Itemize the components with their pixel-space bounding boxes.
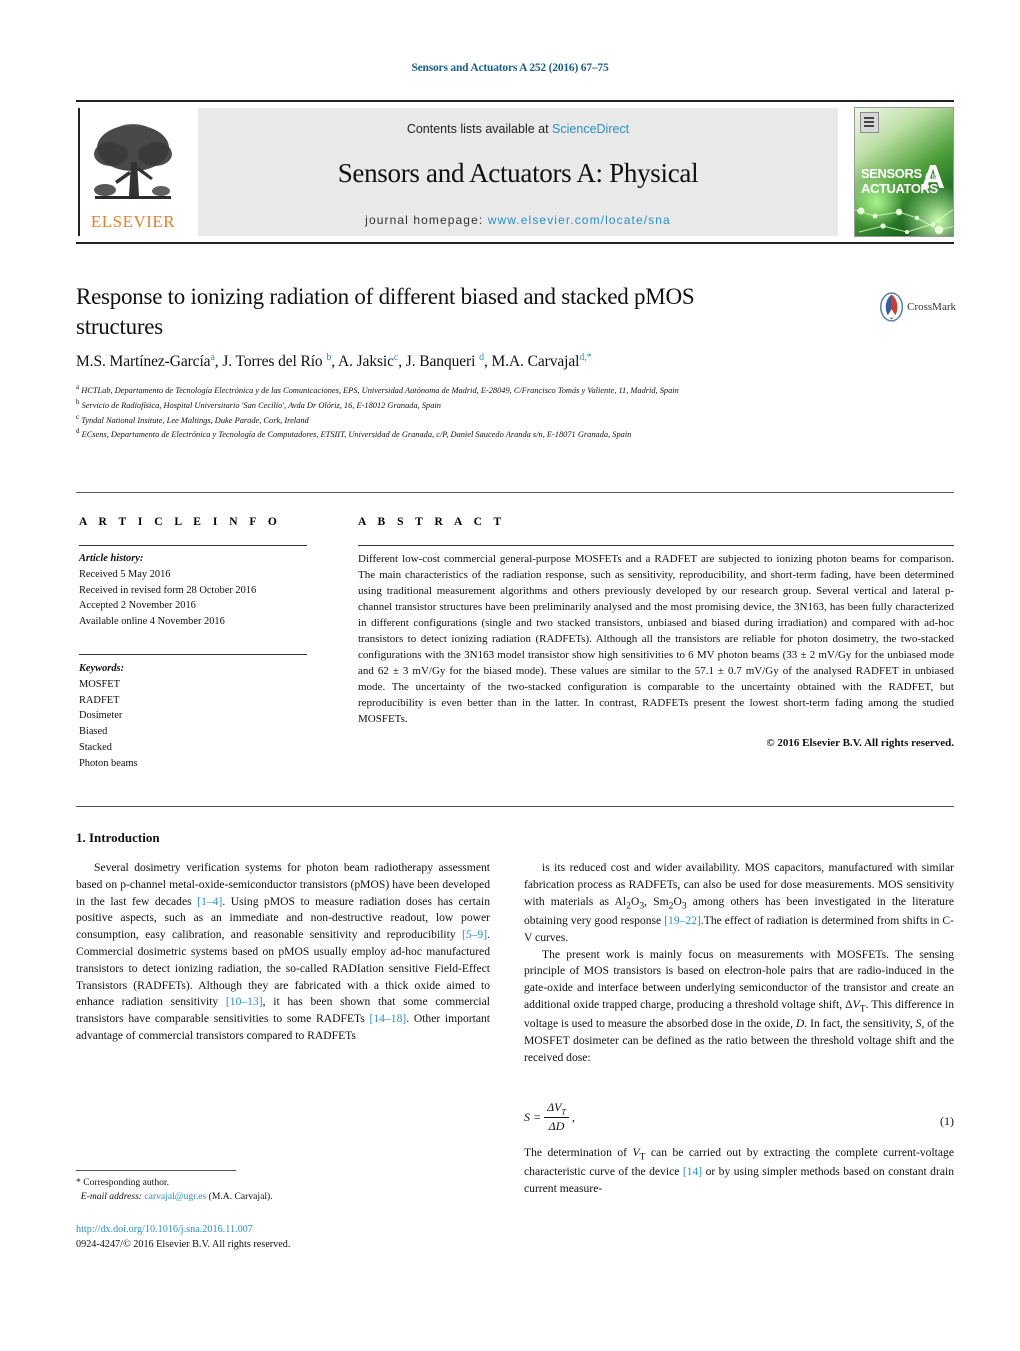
running-head: Sensors and Actuators A 252 (2016) 67–75: [411, 62, 609, 74]
email-suffix: (M.A. Carvajal).: [208, 1191, 273, 1203]
author-list: M.S. Martínez-Garcíaa, J. Torres del Río…: [76, 352, 592, 371]
issn-copyright-line: 0924-4247/© 2016 Elsevier B.V. All right…: [76, 1239, 291, 1251]
article-history-label: Article history:: [79, 553, 144, 564]
footnote-block: * Corresponding author. E-mail address: …: [76, 1176, 490, 1205]
paragraph: is its reduced cost and wider availabili…: [524, 861, 954, 944]
paragraph: The determination of VT can be carried o…: [524, 1146, 954, 1196]
affiliation-item: b Servicio de Radiofísica, Hospital Univ…: [76, 397, 938, 412]
contents-prefix: Contents lists available at: [406, 122, 553, 136]
info-rule-upper: [79, 545, 307, 546]
crossmark-badge[interactable]: CrossMark: [880, 286, 956, 328]
affiliation-mark: a: [76, 383, 80, 391]
corresponding-author-note: * Corresponding author.: [76, 1177, 169, 1188]
affiliation-text: Servicio de Radiofísica, Hospital Univer…: [81, 400, 441, 410]
keyword-item: Dosimeter: [79, 710, 123, 722]
crossmark-icon: [880, 292, 904, 322]
abstract-rule: [358, 545, 954, 546]
info-band-top-rule: [76, 492, 954, 493]
keyword-item: Biased: [79, 726, 108, 738]
abstract-body: Different low-cost commercial general-pu…: [358, 551, 954, 751]
affiliation-item: d ECsens, Departamento de Electrónica y …: [76, 426, 938, 441]
affiliation-mark: d: [76, 427, 80, 436]
affiliation-text: HCTLab, Departamento de Tecnología Elect…: [81, 385, 679, 395]
elsevier-tree-icon: [87, 118, 179, 210]
affiliation-text: Tyndal National Insitute, Lee Maltings, …: [81, 415, 309, 425]
affiliation-mark: b: [76, 397, 80, 406]
affiliation-item: a HCTLab, Departamento de Tecnología Ele…: [76, 382, 938, 397]
affiliation-mark: c: [76, 412, 80, 421]
equation-numerator-sub: T: [561, 1107, 566, 1117]
sciencedirect-link[interactable]: ScienceDirect: [552, 122, 629, 136]
abstract-text: Different low-cost commercial general-pu…: [358, 553, 954, 726]
footnote-rule: [76, 1170, 236, 1171]
cover-letter: A: [921, 158, 945, 195]
journal-band: Contents lists available at ScienceDirec…: [198, 108, 838, 236]
section-heading-introduction: 1. Introduction: [76, 830, 160, 845]
cover-line1-text: SENSORS: [861, 166, 922, 181]
elsevier-wordmark: ELSEVIER: [90, 212, 176, 231]
keyword-item: MOSFET: [79, 678, 120, 690]
contents-line: Contents lists available at ScienceDirec…: [198, 122, 838, 136]
history-item: Available online 4 November 2016: [79, 616, 225, 628]
body-column-right: is its reduced cost and wider availabili…: [524, 860, 954, 1067]
keyword-item: Photon beams: [79, 757, 138, 769]
abstract-heading: A B S T R A C T: [358, 516, 506, 528]
equation-1: S = ΔVT ΔD , (1): [524, 1100, 954, 1134]
doi-link[interactable]: http://dx.doi.org/10.1016/j.sna.2016.11.…: [76, 1222, 490, 1237]
keyword-item: Stacked: [79, 742, 112, 754]
affiliation-text: ECsens, Departamento de Electrónica y Te…: [81, 430, 632, 440]
keyword-item: RADFET: [79, 694, 120, 706]
doi-block: http://dx.doi.org/10.1016/j.sna.2016.11.…: [76, 1222, 490, 1253]
journal-masthead: ELSEVIER Contents lists available at Sci…: [76, 100, 954, 244]
info-rule-lower: [79, 654, 307, 655]
elsevier-logo: ELSEVIER: [78, 108, 186, 236]
cover-elsevier-icon: [860, 112, 879, 133]
keyword-list: Keywords: MOSFET RADFET Dosimeter Biased…: [79, 661, 319, 772]
email-note: E-mail address: carvajal@ugr.es (M.A. Ca…: [76, 1190, 490, 1204]
equation-fraction: ΔVT ΔD: [544, 1100, 569, 1134]
journal-homepage-line: journal homepage: www.elsevier.com/locat…: [198, 213, 838, 227]
keywords-label: Keywords:: [79, 663, 125, 674]
equation-lhs: S =: [524, 1109, 542, 1124]
equation-trailing: ,: [571, 1109, 575, 1124]
history-item: Received 5 May 2016: [79, 568, 171, 580]
homepage-url[interactable]: www.elsevier.com/locate/sna: [488, 213, 671, 227]
cover-network-graphic: [855, 207, 953, 235]
equation-denominator: ΔD: [548, 1119, 565, 1134]
journal-cover-thumbnail: SENSORS and ACTUATORS A: [854, 107, 954, 237]
body-column-right-tail: The determination of VT can be carried o…: [524, 1145, 954, 1198]
abstract-copyright: © 2016 Elsevier B.V. All rights reserved…: [766, 736, 954, 749]
page-title: Response to ionizing radiation of differ…: [76, 284, 695, 339]
history-item: Accepted 2 November 2016: [79, 600, 196, 612]
equation-number: (1): [940, 1114, 954, 1128]
article-info-heading: A R T I C L E I N F O: [79, 516, 282, 528]
email-label: E-mail address:: [80, 1191, 142, 1203]
homepage-prefix: journal homepage:: [365, 213, 488, 227]
journal-title: Sensors and Actuators A: Physical: [337, 158, 699, 188]
crossmark-label: CrossMark: [907, 301, 956, 313]
paragraph: Several dosimetry verification systems f…: [76, 861, 491, 1042]
article-history: Article history: Received 5 May 2016 Rec…: [79, 551, 319, 630]
affiliation-list: a HCTLab, Departamento de Tecnología Ele…: [76, 382, 938, 441]
info-band-bottom-rule: [76, 806, 954, 807]
history-item: Received in revised form 28 October 2016: [79, 584, 257, 596]
paper-page: Sensors and Actuators A 252 (2016) 67–75: [0, 0, 1020, 1351]
paragraph: The present work is mainly focus on meas…: [524, 947, 954, 1064]
equation-numerator-text: ΔV: [547, 1100, 562, 1114]
email-link[interactable]: carvajal@ugr.es: [144, 1191, 206, 1202]
equation-numerator: ΔVT: [544, 1100, 569, 1119]
body-column-left: Several dosimetry verification systems f…: [76, 860, 490, 1045]
affiliation-item: c Tyndal National Insitute, Lee Maltings…: [76, 412, 938, 427]
